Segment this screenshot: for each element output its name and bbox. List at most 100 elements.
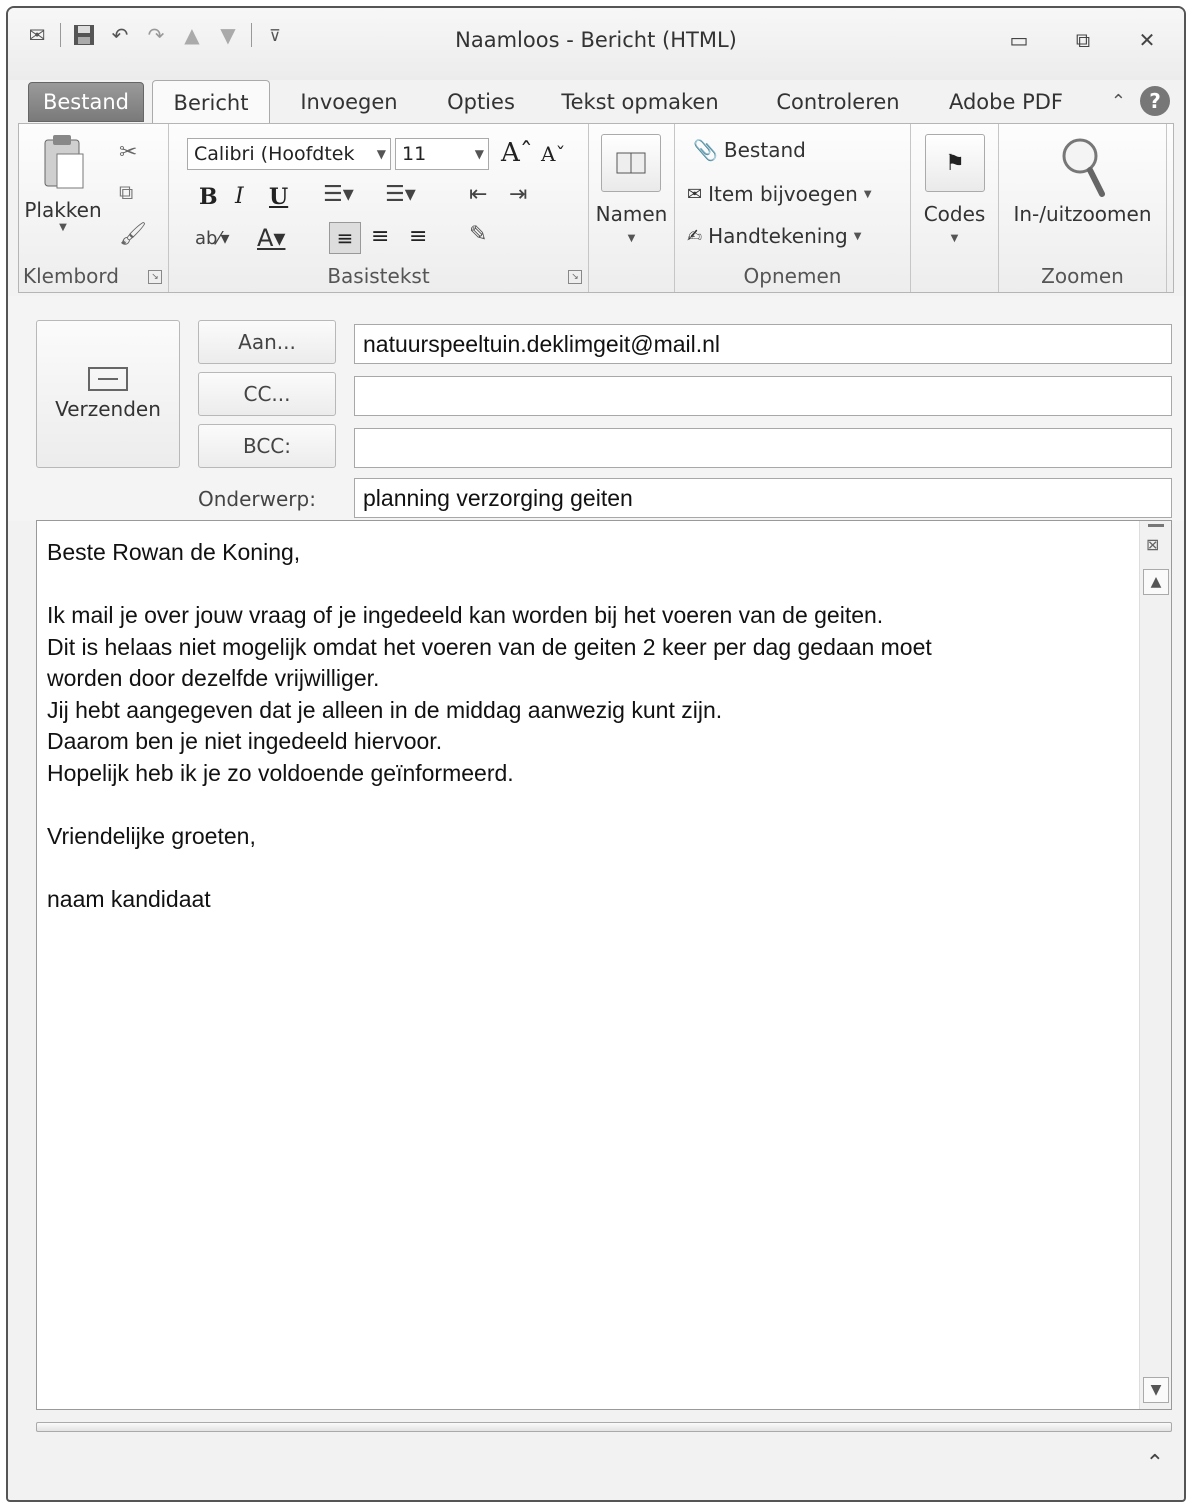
attach-item-icon: ✉ — [687, 183, 703, 205]
tags-label: Codes — [923, 202, 986, 226]
tab-adobe-pdf[interactable]: Adobe PDF — [938, 80, 1074, 124]
font-color-icon[interactable]: A▾ — [257, 224, 285, 252]
numbering-icon[interactable]: ☰▾ — [385, 182, 416, 207]
paste-icon — [44, 135, 84, 189]
attach-file-label: Bestand — [723, 138, 806, 162]
ribbon: Plakken ▼ ✂ ⧉ 🖌 Klembord ↘ Calibri (Hoof… — [18, 123, 1174, 293]
scroll-down-icon[interactable]: ▼ — [1143, 1377, 1169, 1403]
bcc-button[interactable]: BCC: — [198, 424, 336, 468]
group-zoom: In-/uitzoomen Zoomen — [999, 124, 1167, 292]
bullets-icon[interactable]: ☰▾ — [323, 182, 354, 207]
tags-button[interactable]: Codes ▼ — [911, 202, 998, 245]
subject-field[interactable] — [354, 478, 1172, 518]
collapse-ribbon-icon[interactable]: ⌃ — [1111, 91, 1126, 112]
message-header: Verzenden Aan... CC... BCC: Onderwerp: — [8, 296, 1184, 521]
increase-indent-icon[interactable]: ⇥ — [509, 182, 527, 207]
align-center-icon[interactable]: ≡ — [371, 224, 389, 249]
signature-button[interactable]: ✍ Handtekening ▼ — [687, 224, 861, 248]
zoom-label: In-/uitzoomen — [1013, 202, 1152, 226]
shrink-font-icon[interactable]: Aˇ — [541, 142, 565, 166]
signature-icon: ✍ — [687, 225, 703, 247]
zoom-button[interactable]: In-/uitzoomen — [999, 134, 1166, 226]
ruler-icon[interactable]: ⊠ — [1146, 535, 1159, 554]
highlight-icon[interactable]: ab⁄▾ — [195, 228, 230, 249]
paperclip-icon: 📎 — [693, 138, 718, 162]
close-icon[interactable]: ✕ — [1130, 26, 1164, 54]
tab-review[interactable]: Controleren — [758, 80, 918, 124]
cc-field[interactable] — [354, 376, 1172, 416]
attach-file-button[interactable]: 📎 Bestand — [693, 138, 806, 162]
attach-item-button[interactable]: ✉ Item bijvoegen ▼ — [687, 182, 872, 206]
font-size-value: 11 — [402, 143, 427, 165]
signature-label: Handtekening — [708, 224, 848, 248]
to-button[interactable]: Aan... — [198, 320, 336, 364]
font-size-dropdown[interactable]: 11 ▼ — [395, 138, 489, 170]
tab-file[interactable]: Bestand — [28, 82, 144, 122]
title-bar: ✉ ↶ ↷ ▲ ▼ ⊽ Naamloos - Bericht (HTML) ▭ … — [8, 8, 1184, 80]
split-handle[interactable] — [1148, 524, 1164, 527]
chevron-down-icon: ▼ — [950, 233, 959, 244]
chevron-down-icon: ▼ — [376, 147, 386, 161]
chevron-down-icon: ▼ — [627, 233, 636, 244]
chevron-down-icon: ▼ — [853, 230, 862, 242]
grow-font-icon[interactable]: Aˆ — [501, 138, 533, 168]
align-left-icon[interactable]: ≡ — [329, 222, 361, 254]
copy-icon[interactable]: ⧉ — [119, 180, 133, 204]
send-label: Verzenden — [55, 397, 161, 421]
zoom-group-label: Zoomen — [1041, 264, 1124, 288]
message-body-text[interactable]: Beste Rowan de Koning, Ik mail je over j… — [47, 537, 1131, 915]
help-icon[interactable]: ? — [1140, 86, 1170, 116]
send-button[interactable]: Verzenden — [36, 320, 180, 468]
underline-icon[interactable]: U — [269, 184, 288, 210]
scroll-up-icon[interactable]: ▲ — [1143, 569, 1169, 595]
ribbon-right-controls: ⌃ ? — [1111, 86, 1170, 116]
align-right-icon[interactable]: ≡ — [409, 224, 427, 249]
tab-insert[interactable]: Invoegen — [284, 80, 414, 124]
font-name-value: Calibri (Hoofdtek — [194, 143, 355, 165]
window-controls: ▭ ⧉ ✕ — [1002, 26, 1164, 54]
outlook-message-window: ✉ ↶ ↷ ▲ ▼ ⊽ Naamloos - Bericht (HTML) ▭ … — [6, 6, 1186, 1502]
format-painter-icon[interactable]: 🖌 — [119, 222, 147, 247]
chevron-down-icon: ▼ — [863, 188, 872, 200]
basic-text-launcher-icon[interactable]: ↘ — [568, 270, 582, 284]
bold-icon[interactable]: B — [199, 184, 218, 210]
italic-icon[interactable]: I — [235, 184, 244, 209]
names-label: Namen — [595, 202, 668, 226]
font-name-dropdown[interactable]: Calibri (Hoofdtek ▼ — [187, 138, 391, 170]
clipboard-group-label: Klembord — [23, 264, 119, 288]
paste-button[interactable]: Plakken ▼ — [24, 132, 102, 252]
styles-icon[interactable]: ✎ — [469, 222, 487, 247]
names-button[interactable]: Namen ▼ — [589, 202, 674, 245]
reading-pane-splitter[interactable] — [36, 1422, 1172, 1432]
flag-icon[interactable]: ⚑ — [925, 134, 985, 192]
message-body[interactable]: Beste Rowan de Koning, Ik mail je over j… — [36, 520, 1172, 1410]
group-basic-text: Calibri (Hoofdtek ▼ 11 ▼ Aˆ Aˇ B I U ☰▾ ☰▾… — [169, 124, 589, 292]
attach-item-label: Item bijvoegen — [708, 182, 858, 206]
cut-icon[interactable]: ✂ — [119, 140, 137, 165]
chevron-down-icon: ▼ — [59, 222, 67, 233]
to-field[interactable] — [354, 324, 1172, 364]
send-envelope-icon — [88, 367, 128, 391]
tab-message[interactable]: Bericht — [152, 80, 270, 124]
decrease-indent-icon[interactable]: ⇤ — [469, 182, 487, 207]
paste-label: Plakken — [24, 198, 102, 222]
subject-label: Onderwerp: — [198, 487, 316, 511]
include-group-label: Opnemen — [743, 264, 842, 288]
expand-people-pane-icon[interactable]: ⌃ — [1146, 1451, 1164, 1476]
tab-format-text[interactable]: Tekst opmaken — [552, 80, 728, 124]
restore-icon[interactable]: ⧉ — [1066, 26, 1100, 54]
vertical-scrollbar[interactable]: ⊠ ▲ ▼ — [1139, 521, 1171, 1409]
tab-options[interactable]: Opties — [432, 80, 530, 124]
magnifier-icon — [1062, 138, 1105, 197]
bcc-field[interactable] — [354, 428, 1172, 468]
ribbon-tabs: Bestand Bericht Invoegen Opties Tekst op… — [28, 80, 1174, 124]
clipboard-launcher-icon[interactable]: ↘ — [148, 270, 162, 284]
minimize-icon[interactable]: ▭ — [1002, 26, 1036, 54]
cc-button[interactable]: CC... — [198, 372, 336, 416]
group-include: 📎 Bestand ✉ Item bijvoegen ▼ ✍ Handteken… — [675, 124, 911, 292]
basic-text-group-label: Basistekst — [327, 264, 430, 288]
address-book-icon[interactable] — [601, 134, 661, 192]
chevron-down-icon: ▼ — [474, 147, 484, 161]
group-clipboard: Plakken ▼ ✂ ⧉ 🖌 Klembord ↘ — [19, 124, 169, 292]
group-tags: ⚑ Codes ▼ — [911, 124, 999, 292]
